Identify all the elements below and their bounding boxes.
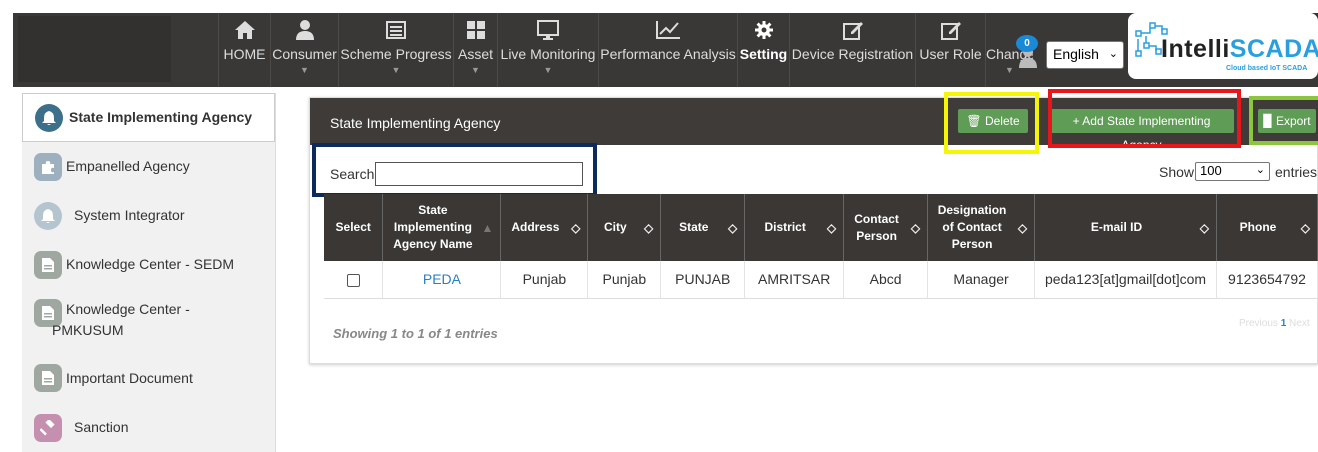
cell-contact-person: Abcd — [843, 261, 929, 299]
chart-icon — [599, 19, 737, 45]
nav-home[interactable]: HOME — [218, 13, 270, 87]
pager-next[interactable]: Next — [1289, 318, 1310, 329]
sort-asc-icon: ▲ — [481, 221, 494, 235]
sidebar-item-system-integrator[interactable]: System Integrator — [22, 191, 275, 240]
entries-label: entries — [1275, 164, 1318, 180]
document-icon — [34, 250, 62, 279]
language-select[interactable]: English ⌄ — [1046, 41, 1124, 69]
col-header-district[interactable]: District ◇ — [744, 194, 845, 261]
cell-phone: 9123654792 — [1216, 261, 1318, 299]
nav-device-registration[interactable]: Device Registration — [789, 13, 915, 87]
col-header-contact-person[interactable]: Contact Person ◇ — [843, 194, 929, 261]
nav-performance-analysis[interactable]: Performance Analysis — [598, 13, 737, 87]
bell-icon — [35, 103, 63, 132]
col-header-select: Select — [324, 194, 384, 261]
gear-icon — [738, 19, 789, 45]
col-header-state[interactable]: State ◇ — [660, 194, 746, 261]
highlight-box-delete — [944, 92, 1039, 154]
nav-setting[interactable]: Setting — [737, 13, 789, 87]
sort-icon: ◇ — [727, 221, 738, 235]
chevron-down-icon: ⌄ — [1255, 164, 1265, 176]
chevron-down-icon: ▼ — [471, 65, 480, 75]
highlight-box-export — [1249, 96, 1318, 145]
sort-icon: ◇ — [644, 221, 654, 235]
grid-icon — [454, 19, 497, 45]
sort-icon: ◇ — [571, 221, 581, 235]
show-label: Show — [1159, 164, 1195, 180]
monitor-icon — [498, 19, 598, 45]
nav-live-monitoring[interactable]: Live Monitoring ▼ — [497, 13, 598, 87]
nav-user-role[interactable]: User Role — [915, 13, 985, 87]
org-logo-area — [18, 16, 171, 82]
nav-consumer[interactable]: Consumer ▼ — [270, 13, 338, 87]
col-header-address[interactable]: Address ◇ — [500, 194, 589, 261]
gavel-icon — [34, 413, 62, 442]
highlight-box-add — [1048, 89, 1241, 148]
col-header-designation[interactable]: Designation of Contact Person ◇ — [927, 194, 1036, 261]
cell-address: Punjab — [500, 261, 589, 299]
cell-email: peda123[at]gmail[dot]com — [1034, 261, 1217, 299]
home-icon — [219, 19, 270, 45]
sort-icon: ◇ — [826, 221, 837, 235]
table-header-row: Select State Implementing Agency Name ▲ A… — [324, 194, 1318, 261]
agency-table: Select State Implementing Agency Name ▲ A… — [324, 194, 1318, 299]
puzzle-icon — [34, 152, 62, 181]
col-header-city[interactable]: City ◇ — [587, 194, 662, 261]
chevron-down-icon: ▼ — [543, 65, 553, 75]
sort-icon: ◇ — [1199, 221, 1209, 235]
sidebar-item-empanelled-agency[interactable]: Empanelled Agency — [22, 142, 275, 191]
row-checkbox[interactable] — [346, 274, 360, 288]
col-header-email[interactable]: E-mail ID ◇ — [1034, 194, 1217, 261]
top-navbar: HOME Consumer ▼ Scheme Progress ▼ Asset … — [13, 13, 1318, 87]
sidebar-item-knowledge-center-sedm[interactable]: Knowledge Center - SEDM — [22, 240, 275, 289]
sidebar-item-important-document[interactable]: Important Document — [22, 353, 275, 403]
panel-title: State Implementing Agency — [330, 115, 501, 131]
list-icon — [339, 19, 453, 45]
sidebar-item-state-implementing-agency[interactable]: State Implementing Agency — [22, 93, 275, 142]
sidebar: State Implementing Agency Empanelled Age… — [22, 93, 276, 452]
table-info: Showing 1 to 1 of 1 entries — [333, 326, 498, 341]
sidebar-item-knowledge-center-pmkusum[interactable]: Knowledge Center - PMKUSUM — [22, 289, 275, 353]
chevron-down-icon: ▼ — [391, 65, 401, 75]
pagination: Previous 1 Next — [1239, 318, 1310, 329]
sort-icon: ◇ — [1017, 221, 1028, 235]
nav-scheme-progress[interactable]: Scheme Progress ▼ — [338, 13, 453, 87]
edit-icon — [916, 19, 985, 45]
notification-badge[interactable]: 0 — [1016, 35, 1038, 52]
nav-asset[interactable]: Asset ▼ — [453, 13, 497, 87]
intelliscada-logo: IntelliSCADA Cloud based IoT SCADA — [1128, 13, 1318, 79]
pager-previous[interactable]: Previous — [1239, 318, 1278, 329]
pager-page-1[interactable]: 1 — [1281, 318, 1287, 329]
table-row: PEDA Punjab Punjab PUNJAB AMRITSAR Abcd … — [324, 261, 1318, 299]
row-select-cell — [324, 261, 384, 299]
chevron-down-icon: ⌄ — [1108, 48, 1118, 60]
cell-state: PUNJAB — [660, 261, 746, 299]
user-icon — [271, 19, 338, 45]
cell-district: AMRITSAR — [744, 261, 845, 299]
entries-per-page-select[interactable]: 100 ⌄ — [1195, 162, 1270, 181]
sort-icon: ◇ — [1300, 221, 1310, 235]
sidebar-item-sanction[interactable]: Sanction — [22, 403, 275, 452]
bell-icon — [34, 201, 62, 230]
col-header-agency-name[interactable]: State Implementing Agency Name ▲ — [382, 194, 502, 261]
sort-icon: ◇ — [910, 221, 921, 235]
brand-name: IntelliSCADA — [1161, 35, 1318, 63]
edit-icon — [790, 19, 915, 45]
document-icon — [34, 364, 62, 392]
cell-designation: Manager — [927, 261, 1036, 299]
cell-city: Punjab — [587, 261, 662, 299]
col-header-phone[interactable]: Phone ◇ — [1216, 194, 1318, 261]
chevron-down-icon: ▼ — [300, 65, 309, 75]
search-label: Search: — [330, 166, 379, 182]
agency-name-link[interactable]: PEDA — [382, 261, 502, 299]
search-input[interactable] — [375, 162, 583, 186]
